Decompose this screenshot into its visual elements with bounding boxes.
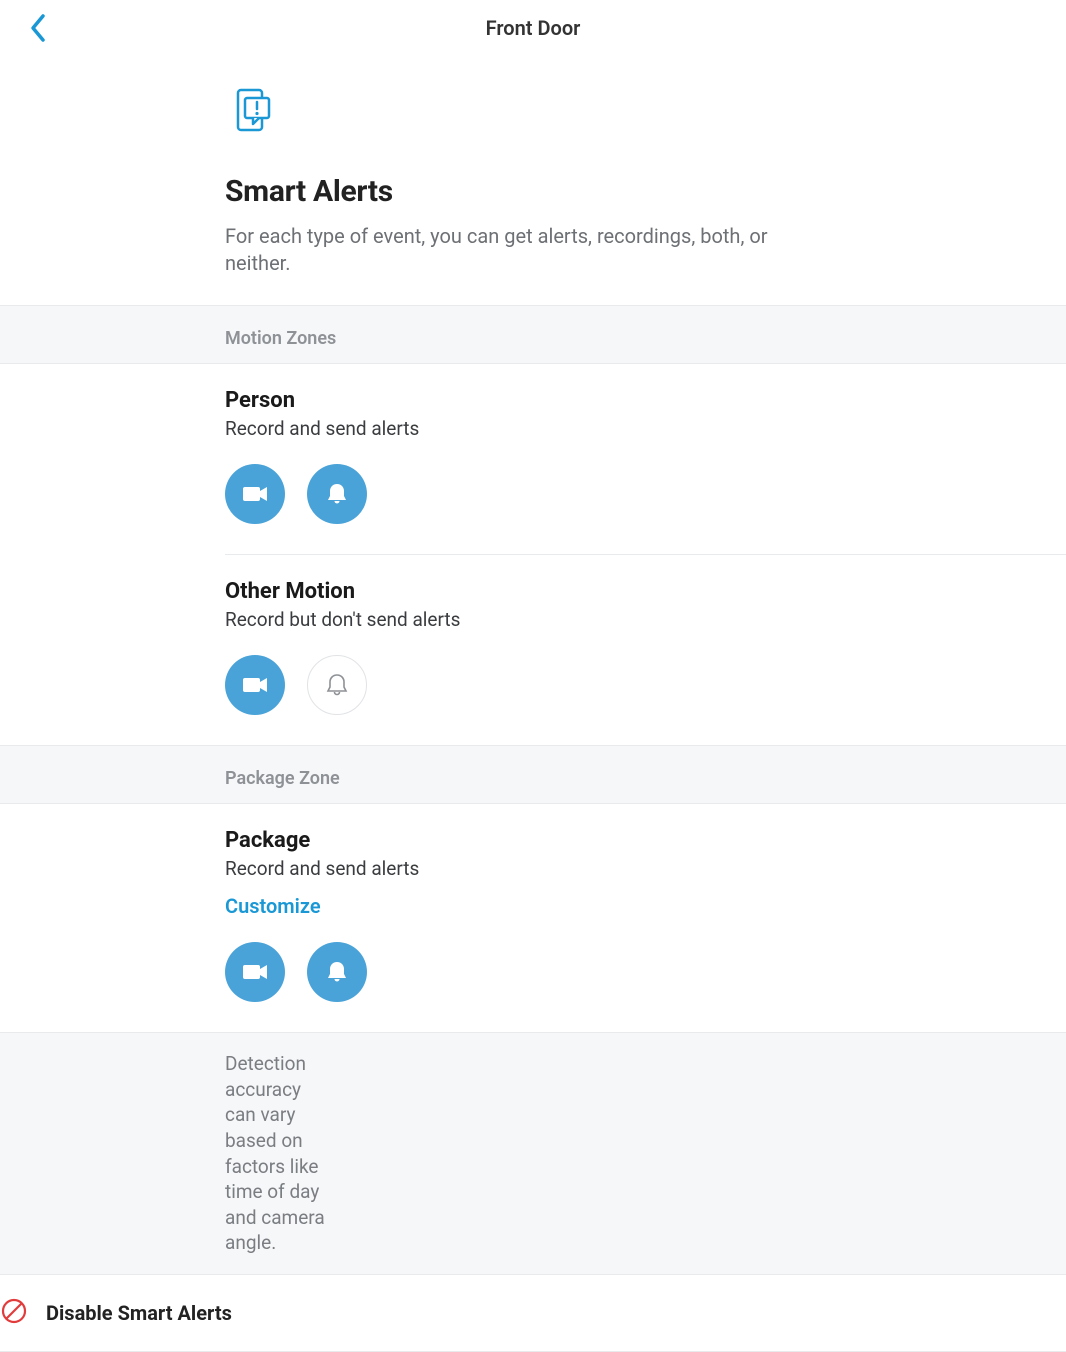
customize-link-package[interactable]: Customize xyxy=(225,894,321,918)
camera-icon xyxy=(242,485,268,503)
bell-icon xyxy=(326,960,348,984)
event-subtitle-package: Record and send alerts xyxy=(225,857,841,880)
bell-icon xyxy=(326,482,348,506)
toggle-row-package xyxy=(225,942,841,1002)
back-button[interactable] xyxy=(18,8,58,48)
disable-smart-alerts-row[interactable]: Disable Smart Alerts xyxy=(0,1275,1066,1352)
footer-note: Detection accuracy can vary based on fac… xyxy=(0,1032,1066,1275)
bell-icon xyxy=(326,673,348,697)
event-title-person: Person xyxy=(225,388,841,413)
smart-alerts-icon xyxy=(225,86,841,144)
event-other-motion: Other Motion Record but don't send alert… xyxy=(0,555,1066,745)
event-subtitle-person: Record and send alerts xyxy=(225,417,841,440)
event-title-other-motion: Other Motion xyxy=(225,579,841,604)
record-toggle-other-motion[interactable] xyxy=(225,655,285,715)
toggle-row-person xyxy=(225,464,841,524)
disable-smart-alerts-label: Disable Smart Alerts xyxy=(46,1301,232,1325)
navbar: Front Door xyxy=(0,0,1066,56)
prohibit-icon xyxy=(0,1297,28,1329)
footer-note-text: Detection accuracy can vary based on fac… xyxy=(0,1051,560,1256)
hero-title: Smart Alerts xyxy=(225,174,841,209)
event-subtitle-other-motion: Record but don't send alerts xyxy=(225,608,841,631)
event-title-package: Package xyxy=(225,828,841,853)
section-label-motion-zones: Motion Zones xyxy=(0,328,1066,349)
record-toggle-package[interactable] xyxy=(225,942,285,1002)
camera-icon xyxy=(242,676,268,694)
section-header-motion-zones: Motion Zones xyxy=(0,305,1066,364)
event-package: Package Record and send alerts Customize xyxy=(0,804,1066,1032)
record-toggle-person[interactable] xyxy=(225,464,285,524)
alert-toggle-package[interactable] xyxy=(307,942,367,1002)
event-person: Person Record and send alerts xyxy=(0,364,1066,554)
hero-section: Smart Alerts For each type of event, you… xyxy=(0,56,1066,305)
alert-toggle-person[interactable] xyxy=(307,464,367,524)
camera-icon xyxy=(242,963,268,981)
page-title: Front Door xyxy=(0,16,1066,40)
chevron-left-icon xyxy=(29,13,47,43)
section-header-package-zone: Package Zone xyxy=(0,745,1066,804)
toggle-row-other-motion xyxy=(225,655,841,715)
hero-description: For each type of event, you can get aler… xyxy=(225,223,805,277)
alert-toggle-other-motion[interactable] xyxy=(307,655,367,715)
section-label-package-zone: Package Zone xyxy=(0,768,1066,789)
